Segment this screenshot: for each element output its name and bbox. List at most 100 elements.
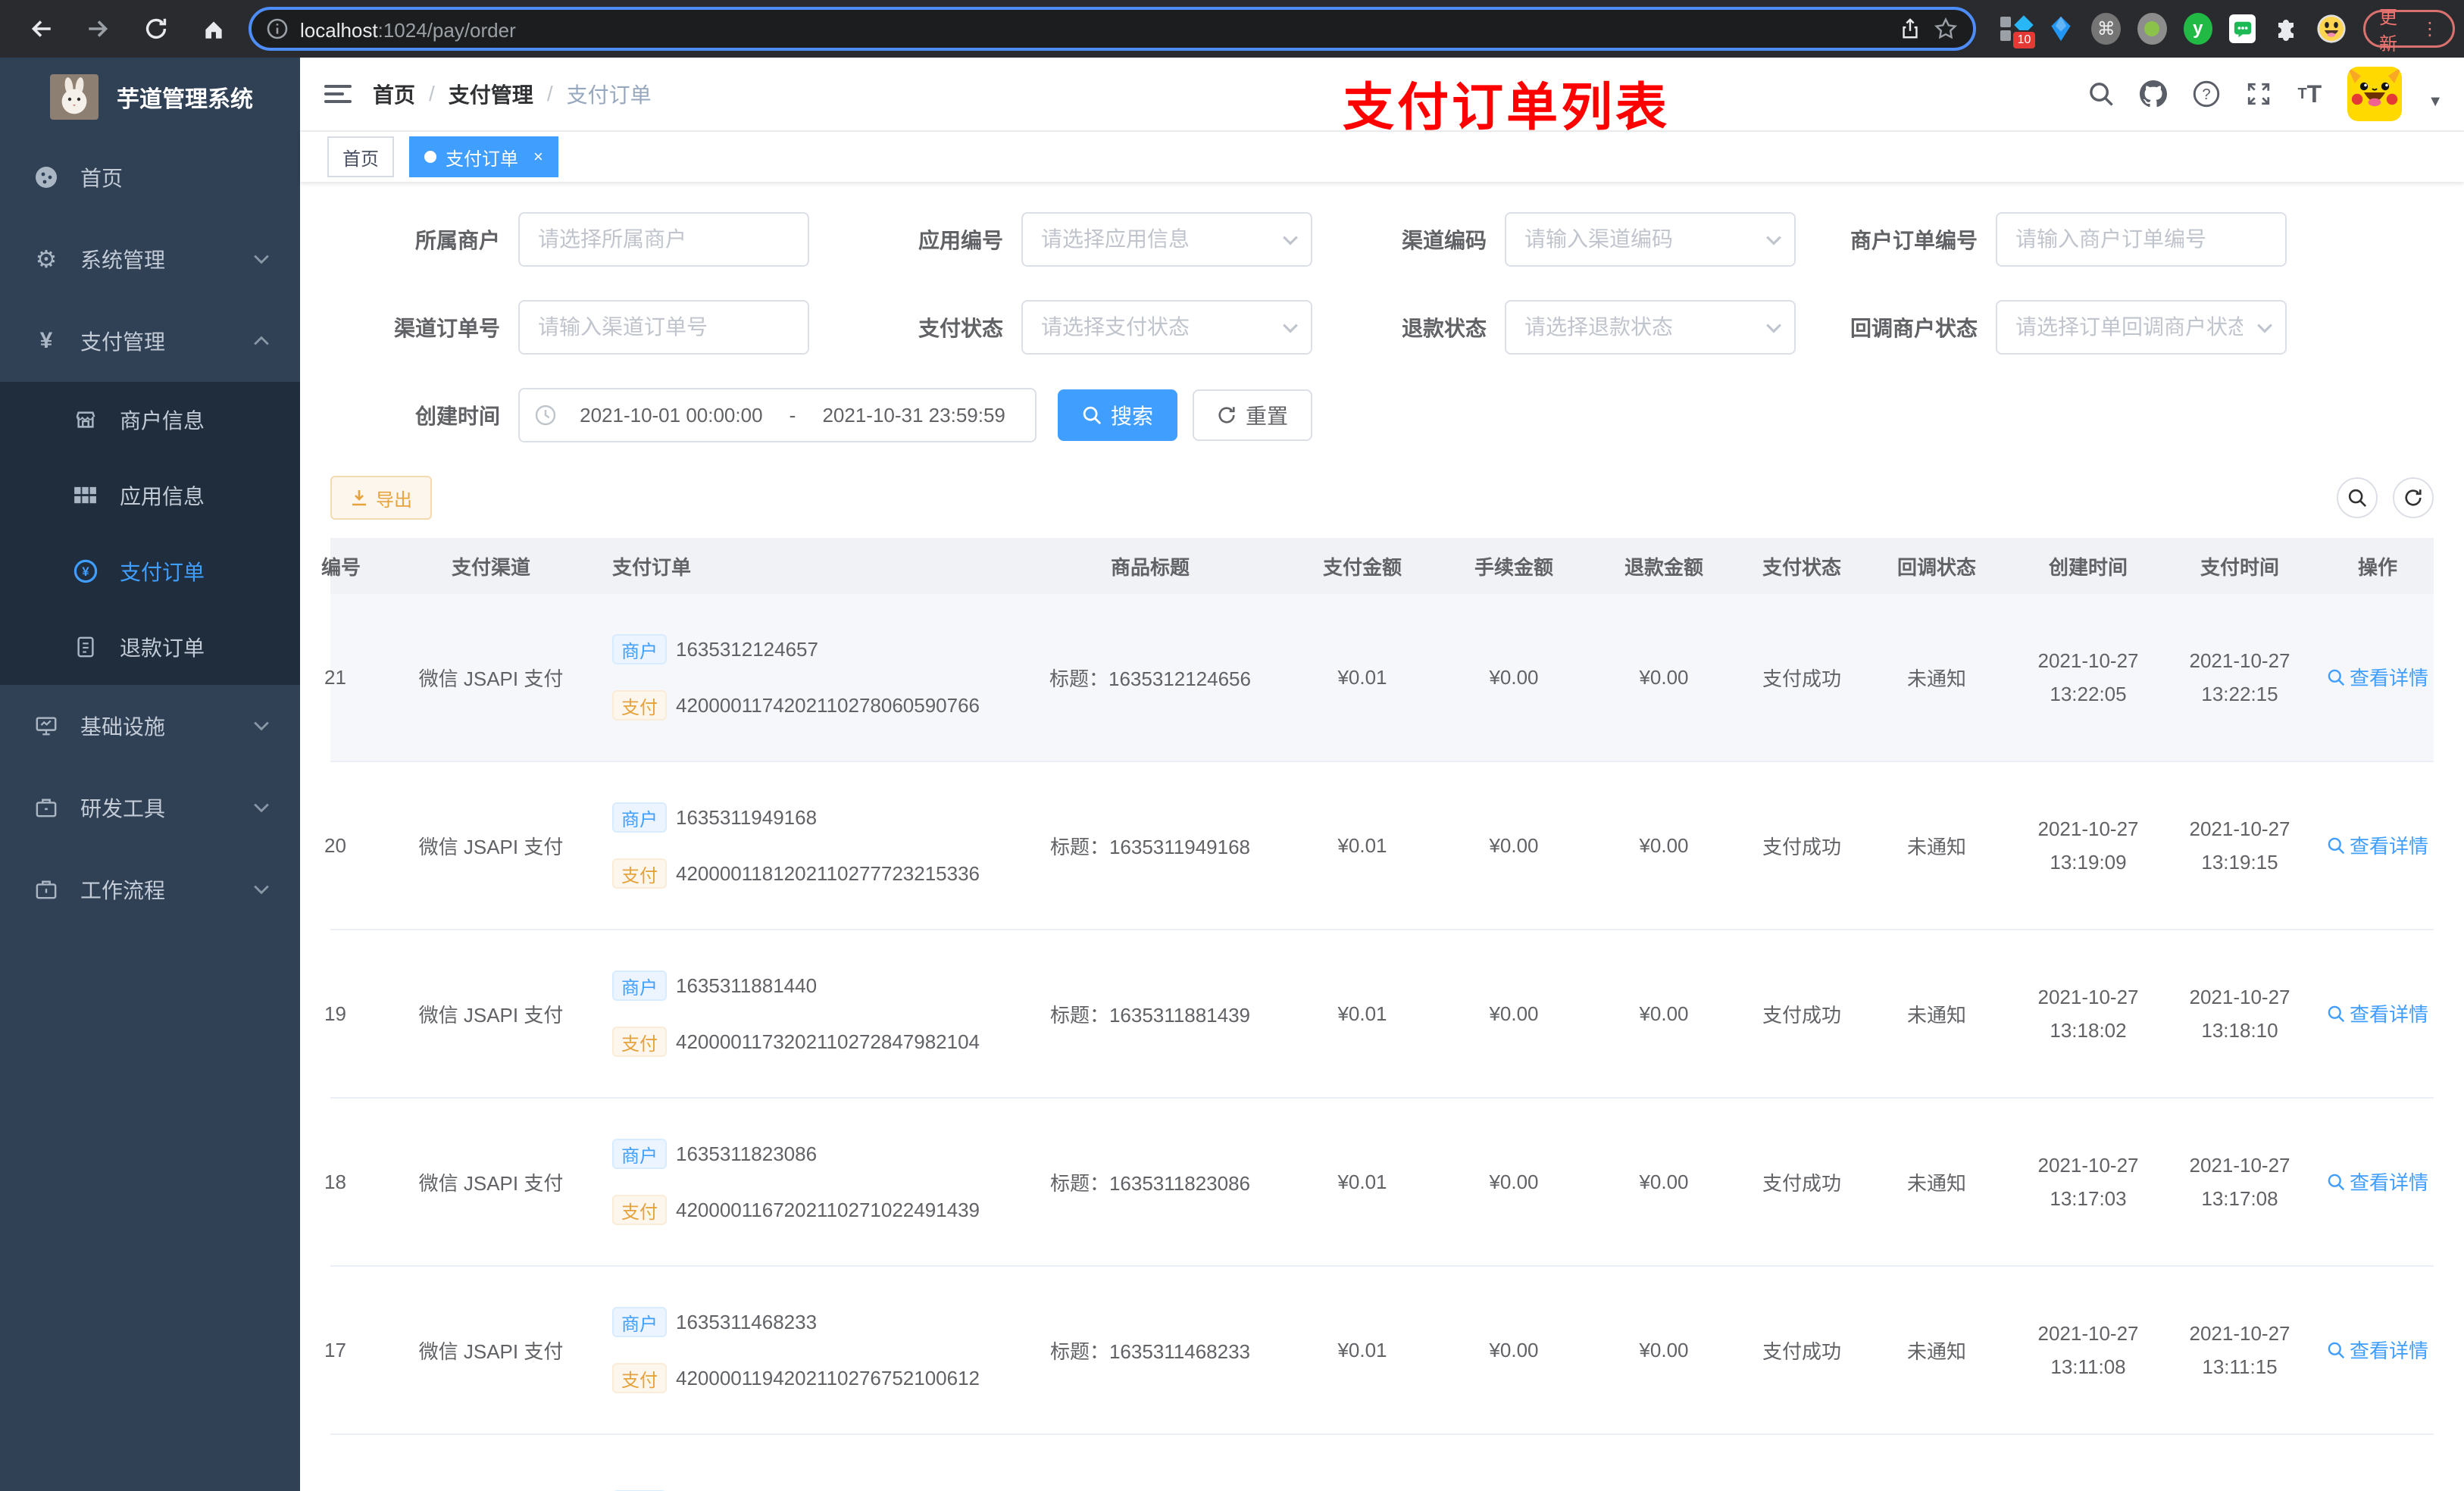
- chat-extension-icon[interactable]: [2229, 14, 2256, 43]
- sidebar: 芋道管理系统 首页 ⚙ 系统管理 ¥ 支付管理 商户信息 应用信息 ¥ 支付订单…: [0, 58, 300, 1491]
- table-row[interactable]: 20 微信 JSAPI 支付 商户 1635311949168 支付 4200001…: [324, 762, 2434, 930]
- view-detail-link[interactable]: 查看详情: [2327, 831, 2428, 859]
- tab-pay-order[interactable]: 支付订单 ×: [409, 136, 558, 177]
- table-row[interactable]: 19 微信 JSAPI 支付 商户 1635311881440 支付 4200001…: [324, 930, 2434, 1099]
- recorder-extension-icon[interactable]: [2137, 13, 2167, 45]
- fullscreen-icon[interactable]: [2246, 81, 2272, 107]
- app-filter-select[interactable]: [1021, 212, 1312, 267]
- command-extension-icon[interactable]: ⌘: [2091, 13, 2121, 45]
- sidebar-item-pay-order[interactable]: ¥ 支付订单: [0, 533, 300, 609]
- home-icon[interactable]: [191, 6, 236, 52]
- merchant-order-no-input[interactable]: [1996, 212, 2287, 267]
- cell-refund: ¥0.00: [1639, 1002, 1689, 1025]
- create-time-range[interactable]: 2021-10-01 00:00:00 - 2021-10-31 23:59:5…: [518, 388, 1037, 442]
- breadcrumb-payment[interactable]: 支付管理: [449, 79, 533, 109]
- emoji-extension-icon[interactable]: [2316, 14, 2347, 44]
- cell-fee: ¥0.00: [1489, 1170, 1539, 1193]
- cell-paid: 2021-10-27 13:11:15: [2189, 1322, 2290, 1378]
- merchant-tag: 商户: [612, 802, 667, 833]
- search-icon[interactable]: [2088, 81, 2114, 107]
- merchant-filter-input[interactable]: [518, 212, 809, 267]
- refresh-icon[interactable]: [2393, 477, 2434, 518]
- github-icon[interactable]: [2140, 80, 2168, 108]
- table-row[interactable]: 18 微信 JSAPI 支付 商户 1635311823086 支付 4200001…: [324, 1099, 2434, 1267]
- sidebar-item-home[interactable]: 首页: [0, 136, 300, 218]
- cell-status: 支付成功: [1762, 1171, 1841, 1195]
- back-icon[interactable]: [18, 6, 64, 52]
- yen-icon: ¥: [39, 328, 53, 353]
- extensions-area: 10 ⌘ y 更新 ⋮: [2000, 8, 2456, 55]
- svg-text:¥: ¥: [82, 564, 89, 579]
- pay-tag: 支付: [612, 1195, 667, 1225]
- cell-fee: ¥0.00: [1489, 665, 1539, 689]
- cell-order-nos: 商户 1635311468233 支付 4200001194202110276752…: [603, 1307, 1024, 1393]
- sidebar-item-refund-order[interactable]: 退款订单: [0, 609, 300, 685]
- channel-order-no-input[interactable]: [518, 300, 809, 355]
- y-extension-icon[interactable]: y: [2183, 13, 2213, 45]
- view-detail-link[interactable]: 查看详情: [2327, 999, 2428, 1027]
- tab-home[interactable]: 首页: [327, 136, 394, 177]
- refund-status-select[interactable]: [1505, 300, 1796, 355]
- search-button[interactable]: 搜索: [1058, 389, 1178, 441]
- export-button[interactable]: 导出: [330, 476, 432, 520]
- sidebar-item-system[interactable]: ⚙ 系统管理: [0, 218, 300, 300]
- toggle-search-icon[interactable]: [2337, 477, 2378, 518]
- url-text[interactable]: localhost:1024/pay/order: [300, 15, 516, 43]
- avatar-caret-icon[interactable]: ▼: [2428, 93, 2443, 111]
- clock-icon: [535, 405, 556, 426]
- sidebar-item-payment[interactable]: ¥ 支付管理: [0, 300, 300, 382]
- update-button[interactable]: 更新 ⋮: [2363, 8, 2456, 55]
- view-detail-link[interactable]: 查看详情: [2327, 1336, 2428, 1364]
- font-size-icon[interactable]: TT: [2297, 80, 2322, 108]
- sidebar-item-infrastructure[interactable]: 基础设施: [0, 685, 300, 767]
- cell-created: 2021-10-27 13:18:02: [2037, 986, 2139, 1042]
- table-row[interactable]: 商户1635311254796: [330, 1435, 2434, 1491]
- page-content: 所属商户 应用编号 渠道编码: [300, 182, 2464, 1491]
- top-navbar: 首页 / 支付管理 / 支付订单 支付订单列表 ? T T ▼: [300, 58, 2464, 136]
- blocks-extension-icon[interactable]: 10: [2000, 12, 2037, 50]
- merchant-order-no-filter: [1996, 212, 2287, 267]
- table-row[interactable]: 21 微信 JSAPI 支付 商户 1635312124657 支付 4200001…: [324, 594, 2434, 762]
- sidebar-item-app-info[interactable]: 应用信息: [0, 458, 300, 533]
- shop-icon: [73, 408, 98, 431]
- range-start[interactable]: 2021-10-01 00:00:00: [565, 404, 777, 427]
- sidebar-item-dev-tools[interactable]: 研发工具: [0, 767, 300, 849]
- pay-order-icon: ¥: [73, 559, 98, 583]
- sidebar-item-merchant-info[interactable]: 商户信息: [0, 382, 300, 458]
- help-icon[interactable]: ?: [2193, 80, 2220, 108]
- filter-label-refund-status: 退款状态: [1401, 317, 1487, 340]
- merchant-tag: 商户: [612, 1307, 667, 1337]
- pay-status-select[interactable]: [1021, 300, 1312, 355]
- bookmark-star-icon[interactable]: [1934, 17, 1958, 41]
- table-row[interactable]: 17 微信 JSAPI 支付 商户 1635311468233 支付 4200001…: [324, 1267, 2434, 1435]
- range-end[interactable]: 2021-10-31 23:59:59: [808, 404, 1020, 427]
- navbar-actions: ? TT ▼: [2088, 67, 2443, 121]
- cell-refund: ¥0.00: [1639, 1170, 1689, 1193]
- cell-amount: ¥0.01: [1337, 833, 1387, 857]
- reset-button[interactable]: 重置: [1193, 389, 1313, 441]
- briefcase-icon: [33, 879, 59, 900]
- user-avatar[interactable]: [2347, 67, 2403, 121]
- sidebar-item-workflow[interactable]: 工作流程: [0, 849, 300, 930]
- notify-status-select[interactable]: [1996, 300, 2287, 355]
- puzzle-extension-icon[interactable]: [2272, 15, 2300, 42]
- breadcrumb-home[interactable]: 首页: [373, 79, 415, 109]
- dashboard-icon: [33, 165, 59, 189]
- view-detail-link[interactable]: 查看详情: [2327, 663, 2428, 691]
- channel-code-select[interactable]: [1505, 212, 1796, 267]
- pay-tag: 支付: [612, 858, 667, 889]
- gem-extension-icon[interactable]: [2047, 14, 2075, 44]
- breadcrumb-current: 支付订单: [566, 83, 652, 107]
- merchant-tag: 商户: [612, 971, 667, 1001]
- address-bar[interactable]: localhost:1024/pay/order: [249, 7, 1976, 51]
- hamburger-icon[interactable]: [324, 80, 352, 108]
- site-info-icon[interactable]: [267, 18, 288, 39]
- chevron-down-icon: [253, 802, 270, 813]
- forward-icon[interactable]: [76, 6, 121, 52]
- chevron-up-icon: [253, 336, 270, 346]
- reload-icon[interactable]: [133, 6, 179, 52]
- browser-menu-icon[interactable]: ⋮: [2421, 18, 2439, 40]
- view-detail-link[interactable]: 查看详情: [2327, 1167, 2428, 1196]
- share-icon[interactable]: [1899, 17, 1921, 40]
- close-icon[interactable]: ×: [533, 147, 543, 167]
